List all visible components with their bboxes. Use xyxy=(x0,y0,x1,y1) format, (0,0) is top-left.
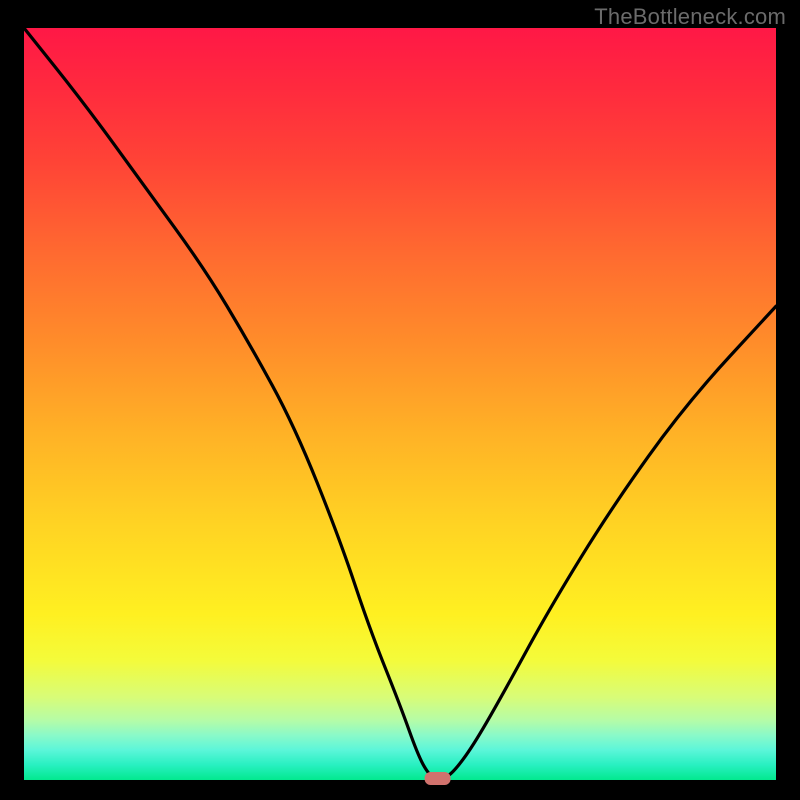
watermark-text: TheBottleneck.com xyxy=(594,4,786,30)
chart-svg xyxy=(24,28,776,780)
bottleneck-curve xyxy=(24,28,776,779)
optimal-point-marker xyxy=(425,772,451,785)
chart-plot-area xyxy=(24,28,776,780)
chart-frame: TheBottleneck.com xyxy=(0,0,800,800)
